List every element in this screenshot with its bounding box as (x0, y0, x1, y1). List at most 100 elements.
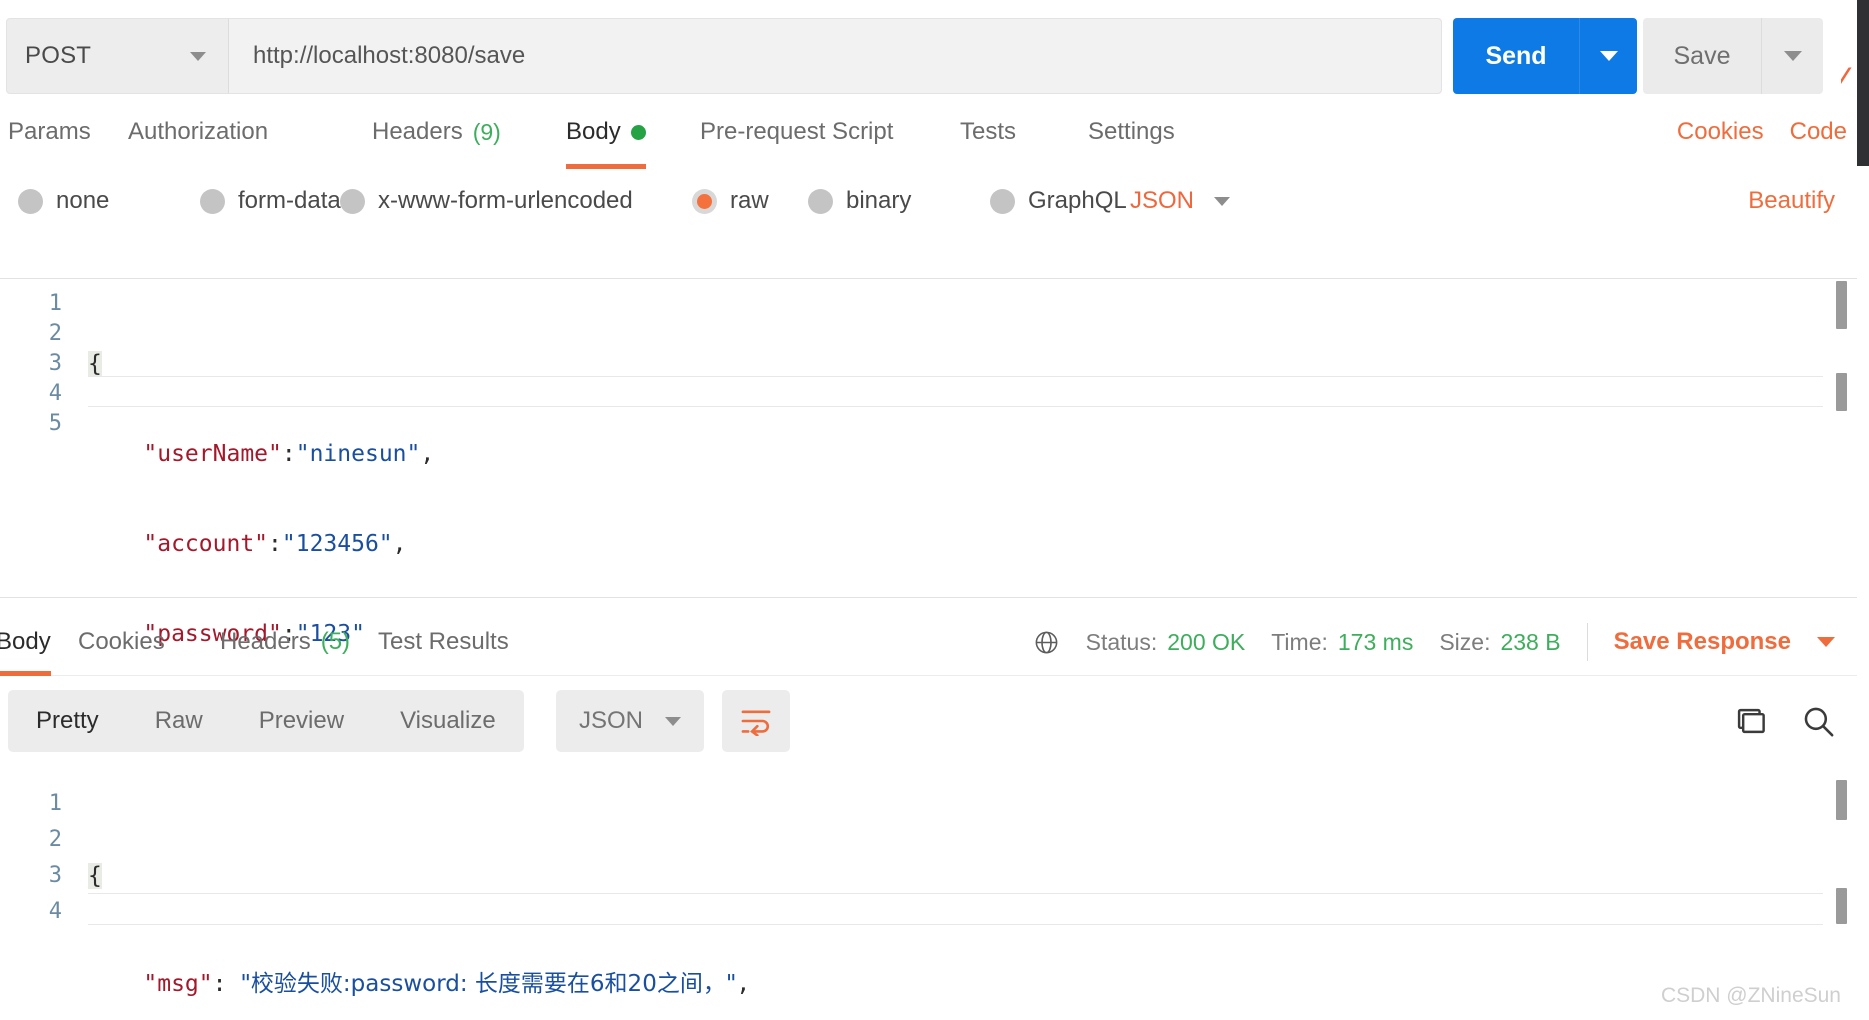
radio-icon (340, 188, 365, 214)
request-body-editor[interactable]: 12345 { "userName":"ninesun", "account":… (0, 278, 1857, 737)
body-type-label: GraphQL (1028, 187, 1127, 214)
request-editor-scrollbar-thumb[interactable] (1836, 281, 1847, 329)
http-method-label: POST (25, 42, 92, 69)
response-editor-scrollbar-thumb[interactable] (1836, 780, 1847, 820)
request-editor-scrollbar-thumb-2[interactable] (1836, 373, 1847, 411)
search-icon[interactable] (1801, 704, 1835, 738)
url-input[interactable]: http://localhost:8080/save (229, 19, 1441, 93)
line-number: 1 (48, 291, 62, 316)
tab-authorization[interactable]: Authorization (128, 104, 268, 160)
response-toolbar-icons (1733, 690, 1835, 752)
request-right-links: Cookies Code (1677, 104, 1847, 160)
radio-icon (808, 188, 833, 214)
word-wrap-button[interactable] (722, 690, 790, 752)
tab-label: Headers (372, 118, 463, 145)
tab-label: Pre-request Script (700, 118, 894, 145)
line-number: 3 (48, 863, 62, 888)
size-value: 238 B (1500, 628, 1561, 655)
beautify-button[interactable]: Beautify (1748, 170, 1835, 232)
body-type-label: form-data (238, 187, 341, 214)
response-tab-label: Cookies (78, 628, 165, 655)
response-view-toolbar: Pretty Raw Preview Visualize JSON (0, 690, 1857, 752)
link-cookies[interactable]: Cookies (1677, 118, 1764, 146)
body-type-label: binary (846, 187, 912, 214)
view-mode-preview[interactable]: Preview (231, 690, 372, 752)
body-type-label: raw (730, 187, 769, 214)
body-format-selector[interactable]: JSON (1130, 170, 1231, 232)
response-tab-label: Test Results (378, 628, 509, 655)
body-type-binary[interactable]: binary (808, 170, 911, 232)
view-mode-raw[interactable]: Raw (127, 690, 231, 752)
response-body-editor[interactable]: 1 2 3 4 { "msg": "校验失败:password: 长度需要在6和20之… (0, 778, 1857, 997)
tab-headers[interactable]: Headers (9) (372, 104, 501, 160)
body-type-label: x-www-form-urlencoded (378, 187, 633, 214)
json-value: "ninesun" (295, 441, 421, 467)
response-view-modes: Pretty Raw Preview Visualize (8, 690, 524, 752)
chevron-down-icon[interactable] (1817, 637, 1835, 647)
response-tab-body[interactable]: Body (0, 608, 51, 676)
tab-pre-request-script[interactable]: Pre-request Script (700, 104, 893, 160)
line-number: 2 (48, 321, 62, 346)
divider (1586, 623, 1588, 661)
json-comma: , (392, 531, 407, 557)
tab-label: Authorization (128, 118, 269, 145)
code-line: "account":"123456", (88, 529, 1823, 559)
code-line: "msg": "校验失败:password: 长度需要在6和20之间，", (88, 966, 1823, 1002)
body-type-x-www-form-urlencoded[interactable]: x-www-form-urlencoded (340, 170, 633, 232)
tab-tests[interactable]: Tests (960, 104, 1016, 160)
send-button-group: Send (1453, 18, 1637, 94)
code-line: { (88, 349, 1823, 379)
radio-icon (18, 188, 43, 214)
scrollbar-fragment[interactable]: ⁄ (1841, 62, 1855, 104)
tab-params[interactable]: Params (8, 104, 91, 160)
line-number: 5 (48, 411, 62, 436)
response-format-selector[interactable]: JSON (556, 690, 704, 752)
response-tab-test-results[interactable]: Test Results (378, 608, 509, 676)
send-options-button[interactable] (1579, 18, 1637, 94)
view-mode-visualize[interactable]: Visualize (372, 690, 524, 752)
url-bar: POST http://localhost:8080/save (6, 18, 1442, 94)
body-type-label: none (56, 187, 110, 214)
save-response-button[interactable]: Save Response (1614, 628, 1791, 656)
tab-label: Body (566, 118, 621, 145)
copy-icon[interactable] (1733, 706, 1767, 736)
chevron-down-icon (1214, 196, 1231, 206)
body-type-graphql[interactable]: GraphQL (990, 170, 1127, 232)
line-number: 4 (48, 899, 62, 924)
response-header-bar: Test Results Headers (5) Cookies Body Status… (0, 608, 1857, 676)
body-type-none[interactable]: none (18, 170, 109, 232)
save-options-button[interactable] (1761, 18, 1823, 94)
tab-settings[interactable]: Settings (1088, 104, 1175, 160)
tab-label: Tests (960, 118, 1017, 145)
postman-window: POST http://localhost:8080/save Send Sav… (0, 0, 1869, 1020)
body-type-raw[interactable]: raw (692, 170, 769, 232)
response-tab-headers[interactable]: Headers (5) (220, 608, 350, 676)
response-editor-gutter: 1 2 3 4 (0, 778, 88, 928)
status-value: 200 OK (1167, 628, 1246, 655)
save-button-group: Save (1643, 18, 1823, 94)
view-mode-pretty[interactable]: Pretty (8, 690, 127, 752)
tab-body[interactable]: Body (566, 104, 646, 169)
json-colon: : (281, 441, 296, 467)
chevron-down-icon (1783, 51, 1802, 61)
json-colon: : (212, 971, 241, 997)
send-button[interactable]: Send (1453, 18, 1579, 94)
response-tab-cookies[interactable]: Cookies (78, 608, 165, 676)
body-present-indicator-icon (630, 124, 646, 140)
link-code[interactable]: Code (1790, 118, 1847, 146)
tab-label: Settings (1088, 118, 1175, 145)
chevron-down-icon (190, 51, 206, 61)
window-edge-decoration-lower (1857, 132, 1869, 166)
http-method-selector[interactable]: POST (7, 19, 229, 93)
response-editor-scrollbar-thumb-2[interactable] (1836, 888, 1847, 924)
active-tab-underline (0, 671, 51, 676)
save-button[interactable]: Save (1643, 18, 1761, 94)
radio-icon (200, 188, 225, 214)
wrap-text-icon (741, 710, 771, 736)
json-brace-open: { (88, 863, 102, 889)
body-format-label: JSON (1130, 187, 1195, 214)
response-tab-count: (5) (320, 628, 351, 655)
chevron-down-icon (1599, 51, 1618, 61)
response-editor-code[interactable]: { "msg": "校验失败:password: 长度需要在6和20之间，", … (88, 786, 1823, 1020)
body-type-form-data[interactable]: form-data (200, 170, 341, 232)
